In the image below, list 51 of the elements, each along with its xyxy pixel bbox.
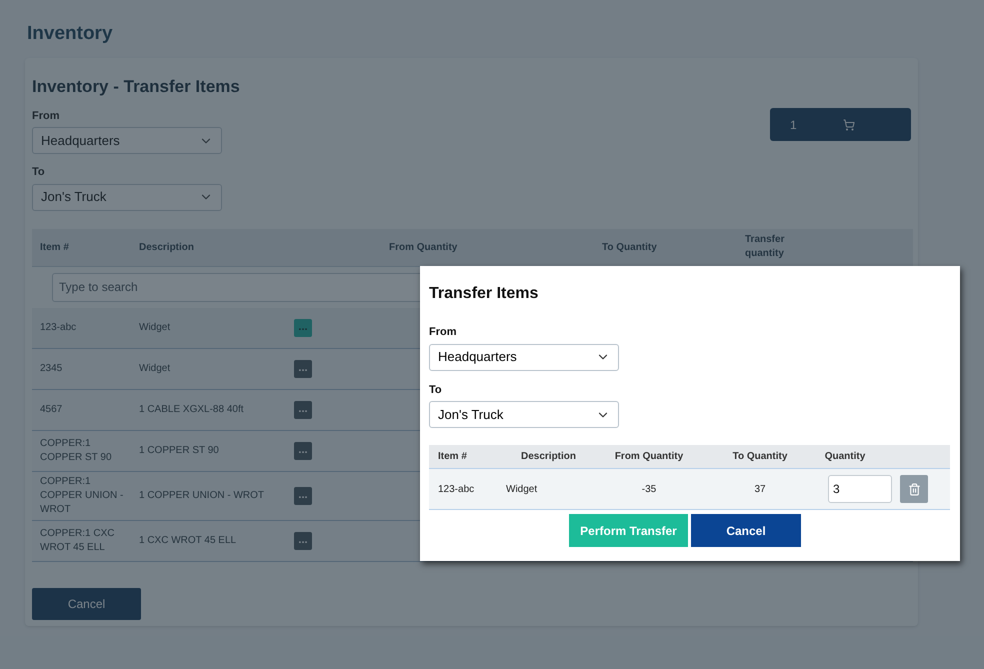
column-header: To Quantity [732,450,788,464]
perform-transfer-button[interactable]: Perform Transfer [569,514,688,547]
table-cell-text: -35 [640,482,658,496]
more-button[interactable]: ... [294,486,312,504]
table-cell-text: 123-abc [39,320,78,334]
from-select[interactable]: Headquarters [429,344,619,370]
field-label: From [32,108,60,124]
more-button[interactable]: ... [294,532,312,550]
column-header: Quantity [824,450,866,464]
delete-button[interactable] [900,475,928,503]
trash-icon [908,482,920,496]
table-cell-text: Widget [138,321,172,335]
dialog-title: Transfer Items [429,284,540,302]
table-cell-text: 1 COPPER UNION - WROT [138,489,266,503]
column-header: From Quantity [388,240,458,254]
table-cell-text: 2345 [39,362,64,376]
table-cell-text: 4567 [39,402,64,416]
more-button[interactable]: ... [294,318,312,336]
column-header: From Quantity [614,450,684,464]
table-cell-text: COPPER:1 COPPER UNION - WROT [39,474,124,516]
field-label: To [429,382,443,398]
to-select[interactable]: Jon's Truck [429,401,619,428]
field-label: To [32,165,46,180]
column-header: Transfer quantity [744,233,786,261]
panel-title: Inventory - Transfer Items [32,76,240,98]
table-cell-text: 37 [753,482,767,496]
cart-button[interactable]: 1 [770,108,911,141]
table-cell-text: COPPER:1 COPPER ST 90 [39,436,113,464]
from-select[interactable]: Headquarters [32,127,222,154]
cart-icon [842,118,855,130]
column-header: Description [138,240,196,254]
column-header: Item # [437,450,468,464]
more-button[interactable]: ... [294,360,312,378]
table-cell-text: 123-abc [437,482,476,496]
quantity-field[interactable]: 3 [828,475,892,503]
to-select[interactable]: Jon's Truck [32,184,222,210]
table-cell-text: 1 CABLE XGXL-88 40ft [138,403,245,417]
table-cell-text: 1 CXC WROT 45 ELL [138,534,238,548]
cancel-button[interactable]: Cancel [32,588,141,620]
page-title: Inventory [27,22,114,46]
table-cell-text: Widget [505,482,538,496]
table-cell-text: COPPER:1 CXC WROT 45 ELL [39,526,116,554]
cancel-button[interactable]: Cancel [691,514,801,547]
more-button[interactable]: ... [294,400,312,418]
column-header: Item # [39,240,70,254]
table-cell-text: Widget [138,362,172,376]
table-cell-text: 1 COPPER ST 90 [138,444,220,458]
column-header: Description [520,450,578,464]
more-button[interactable]: ... [294,442,312,460]
field-label: From [429,325,458,340]
column-header: To Quantity [601,240,658,254]
